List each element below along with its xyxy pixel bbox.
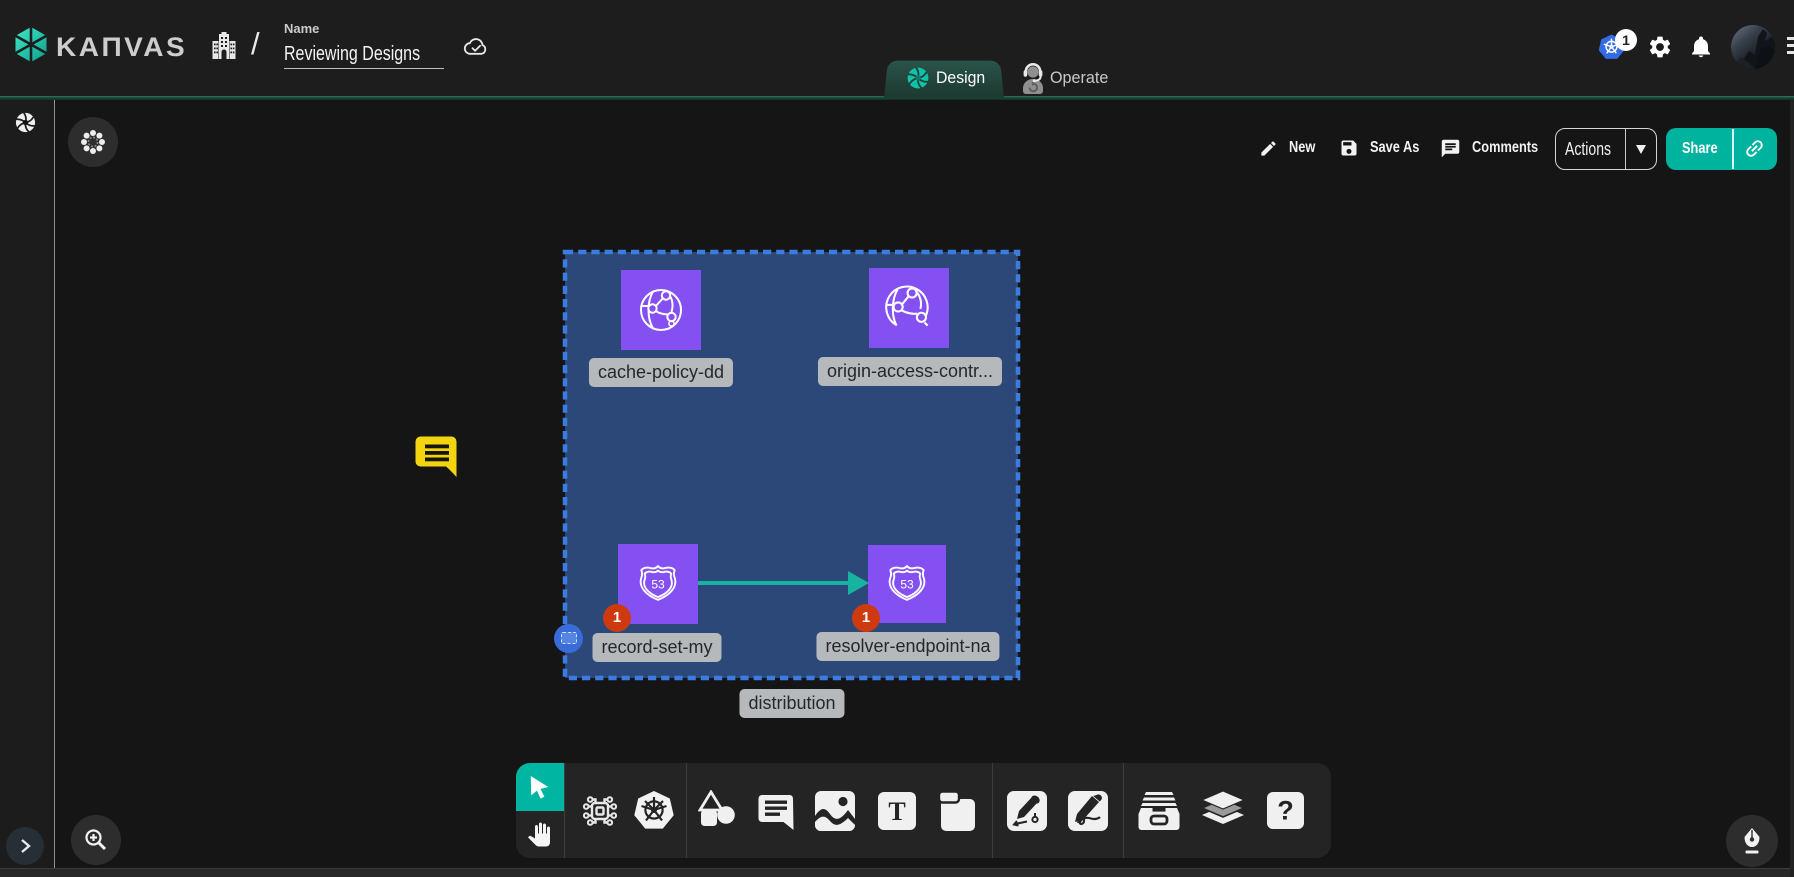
svg-text:?: ? bbox=[1277, 796, 1294, 826]
svg-text:53: 53 bbox=[900, 577, 914, 591]
svg-text:T: T bbox=[888, 797, 905, 826]
svg-text:53: 53 bbox=[651, 577, 665, 591]
